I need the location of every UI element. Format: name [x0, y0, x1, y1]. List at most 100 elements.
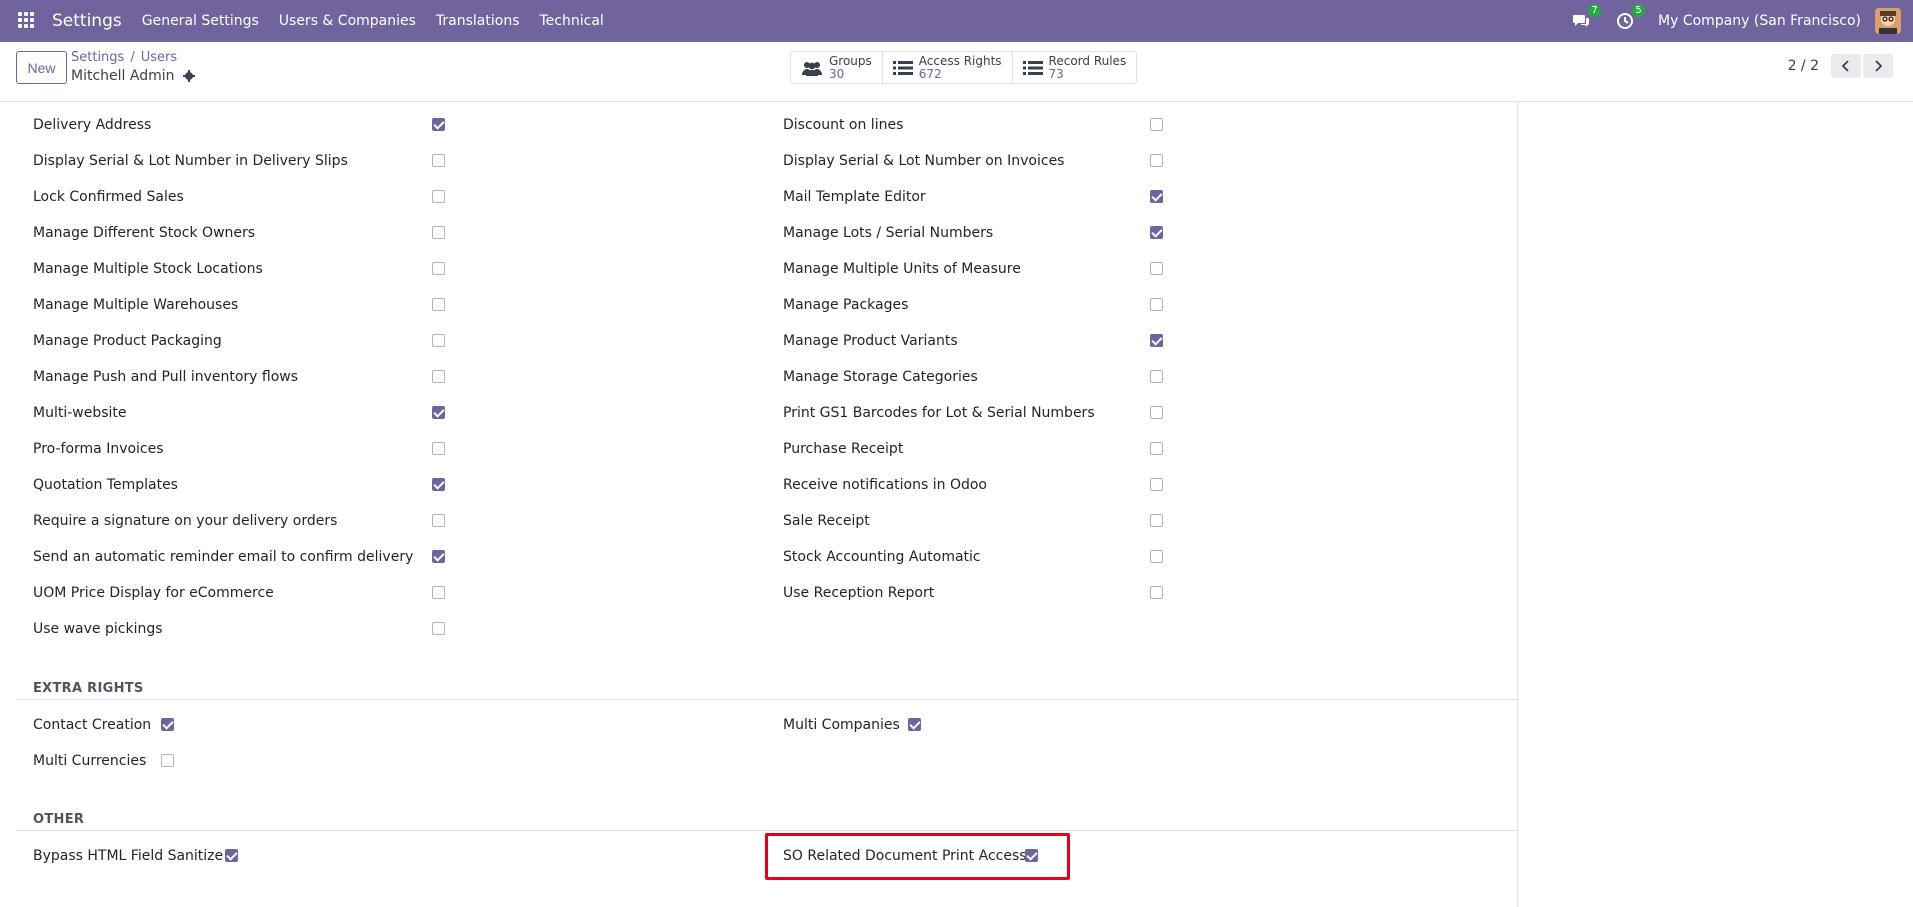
checkbox-manage-packages[interactable]: [1150, 298, 1163, 311]
record-rules-count: 73: [1048, 66, 1064, 81]
checkbox-print-gs1-barcodes-for-lot-serial-numbers[interactable]: [1150, 406, 1163, 419]
checkbox-lock-confirmed-sales[interactable]: [432, 190, 445, 203]
activities-icon[interactable]: 5: [1614, 4, 1646, 32]
right-row-manage-product-packaging: Manage Product Packaging: [33, 331, 222, 351]
right-row-manage-storage-categories: Manage Storage Categories: [783, 367, 978, 387]
right-label: Sale Receipt: [783, 513, 870, 529]
checkbox-manage-multiple-stock-locations[interactable]: [432, 262, 445, 275]
top-navbar: Settings General Settings Users & Compan…: [0, 0, 1913, 42]
checkbox-multi-website[interactable]: [432, 406, 445, 419]
checkbox-manage-push-and-pull-inventory-flows[interactable]: [432, 370, 445, 383]
checkbox-contact-creation[interactable]: [161, 718, 174, 731]
groups-count: 30: [829, 66, 845, 81]
pager-previous-button[interactable]: [1831, 54, 1861, 78]
record-rules-label: Record Rules: [1048, 53, 1127, 68]
right-row-delivery-address: Delivery Address: [33, 115, 151, 135]
apps-menu-icon[interactable]: [18, 12, 36, 30]
checkbox-receive-notifications-in-odoo[interactable]: [1150, 478, 1163, 491]
checkbox-purchase-receipt[interactable]: [1150, 442, 1163, 455]
list-icon: [892, 60, 913, 75]
pager-value[interactable]: 2 / 2: [1788, 58, 1819, 74]
right-label: Display Serial & Lot Number on Invoices: [783, 153, 1065, 169]
breadcrumb-settings[interactable]: Settings: [71, 50, 124, 65]
right-label: Use wave pickings: [33, 621, 163, 637]
right-row-quotation-templates: Quotation Templates: [33, 475, 178, 495]
gear-icon[interactable]: [182, 70, 195, 82]
checkbox-mail-template-editor[interactable]: [1150, 190, 1163, 203]
right-row-manage-multiple-units-of-measure: Manage Multiple Units of Measure: [783, 259, 1021, 279]
checkbox-quotation-templates[interactable]: [432, 478, 445, 491]
checkbox-pro-forma-invoices[interactable]: [432, 442, 445, 455]
checkbox-use-reception-report[interactable]: [1150, 586, 1163, 599]
right-label: Require a signature on your delivery ord…: [33, 513, 338, 529]
menu-translations[interactable]: Translations: [436, 13, 520, 29]
right-label: Manage Product Packaging: [33, 333, 222, 349]
right-row-send-an-automatic-reminder-email-to-confirm-delivery: Send an automatic reminder email to conf…: [33, 547, 413, 567]
right-label: Discount on lines: [783, 117, 904, 133]
access-rights-count: 672: [918, 66, 942, 81]
pager: 2 / 2: [1788, 54, 1893, 78]
right-row-receive-notifications-in-odoo: Receive notifications in Odoo: [783, 475, 987, 495]
menu-users-companies[interactable]: Users & Companies: [279, 13, 416, 29]
checkbox-sale-receipt[interactable]: [1150, 514, 1163, 527]
access-rights-smart-button[interactable]: Access Rights 672: [883, 52, 1013, 83]
right-label: Stock Accounting Automatic: [783, 549, 981, 565]
app-brand[interactable]: Settings: [52, 11, 122, 31]
right-label: Manage Lots / Serial Numbers: [783, 225, 994, 241]
checkbox-delivery-address[interactable]: [432, 118, 445, 131]
right-row-multi-currencies: Multi Currencies: [33, 751, 146, 771]
checkbox-manage-multiple-warehouses[interactable]: [432, 298, 445, 311]
menu-general-settings[interactable]: General Settings: [142, 13, 259, 29]
right-label: Contact Creation: [33, 717, 152, 733]
right-label: Pro-forma Invoices: [33, 441, 164, 457]
checkbox-manage-product-packaging[interactable]: [432, 334, 445, 347]
checkbox-multi-companies[interactable]: [908, 718, 921, 731]
right-row-display-serial-lot-number-in-delivery-slips: Display Serial & Lot Number in Delivery …: [33, 151, 348, 171]
section-divider: [16, 699, 1518, 700]
company-switcher[interactable]: My Company (San Francisco): [1658, 13, 1861, 29]
right-label: Manage Different Stock Owners: [33, 225, 256, 241]
groups-label: Groups: [829, 53, 872, 68]
checkbox-multi-currencies[interactable]: [161, 754, 174, 767]
record-rules-smart-button[interactable]: Record Rules 73: [1013, 52, 1137, 83]
checkbox-require-a-signature-on-your-delivery-orders[interactable]: [432, 514, 445, 527]
checkbox-display-serial-lot-number-in-delivery-slips[interactable]: [432, 154, 445, 167]
breadcrumb-users[interactable]: Users: [141, 50, 177, 65]
checkbox-use-wave-pickings[interactable]: [432, 622, 445, 635]
right-row-use-reception-report: Use Reception Report: [783, 583, 934, 603]
right-row-uom-price-display-for-ecommerce: UOM Price Display for eCommerce: [33, 583, 274, 603]
right-label: Display Serial & Lot Number in Delivery …: [33, 153, 348, 169]
checkbox-manage-different-stock-owners[interactable]: [432, 226, 445, 239]
right-label: Multi-website: [33, 405, 127, 421]
new-button[interactable]: New: [16, 51, 67, 84]
right-label: Use Reception Report: [783, 585, 935, 601]
right-label: Bypass HTML Field Sanitize: [33, 848, 224, 864]
checkbox-uom-price-display-for-ecommerce[interactable]: [432, 586, 445, 599]
checkbox-manage-multiple-units-of-measure[interactable]: [1150, 262, 1163, 275]
right-label: Multi Companies: [783, 717, 900, 733]
user-avatar[interactable]: [1875, 8, 1901, 34]
checkbox-discount-on-lines[interactable]: [1150, 118, 1163, 131]
checkbox-manage-lots-serial-numbers[interactable]: [1150, 226, 1163, 239]
right-label: Manage Multiple Units of Measure: [783, 261, 1021, 277]
chevron-left-icon: [1842, 60, 1849, 72]
pager-next-button[interactable]: [1863, 54, 1893, 78]
right-row-manage-push-and-pull-inventory-flows: Manage Push and Pull inventory flows: [33, 367, 298, 387]
right-row-purchase-receipt: Purchase Receipt: [783, 439, 903, 459]
right-row-pro-forma-invoices: Pro-forma Invoices: [33, 439, 164, 459]
checkbox-manage-storage-categories[interactable]: [1150, 370, 1163, 383]
checkbox-stock-accounting-automatic[interactable]: [1150, 550, 1163, 563]
right-label: Send an automatic reminder email to conf…: [33, 549, 414, 565]
checkbox-display-serial-lot-number-on-invoices[interactable]: [1150, 154, 1163, 167]
right-row-require-a-signature-on-your-delivery-orders: Require a signature on your delivery ord…: [33, 511, 337, 531]
menu-technical[interactable]: Technical: [540, 13, 604, 29]
checkbox-send-an-automatic-reminder-email-to-confirm-delivery[interactable]: [432, 550, 445, 563]
right-row-manage-different-stock-owners: Manage Different Stock Owners: [33, 223, 255, 243]
right-row-manage-multiple-warehouses: Manage Multiple Warehouses: [33, 295, 238, 315]
chevron-right-icon: [1875, 60, 1882, 72]
groups-smart-button[interactable]: Groups 30: [791, 52, 883, 83]
right-row-manage-product-variants: Manage Product Variants: [783, 331, 958, 351]
messages-icon[interactable]: 7: [1570, 4, 1602, 32]
checkbox-bypass-html-field-sanitize[interactable]: [225, 849, 238, 862]
checkbox-manage-product-variants[interactable]: [1150, 334, 1163, 347]
